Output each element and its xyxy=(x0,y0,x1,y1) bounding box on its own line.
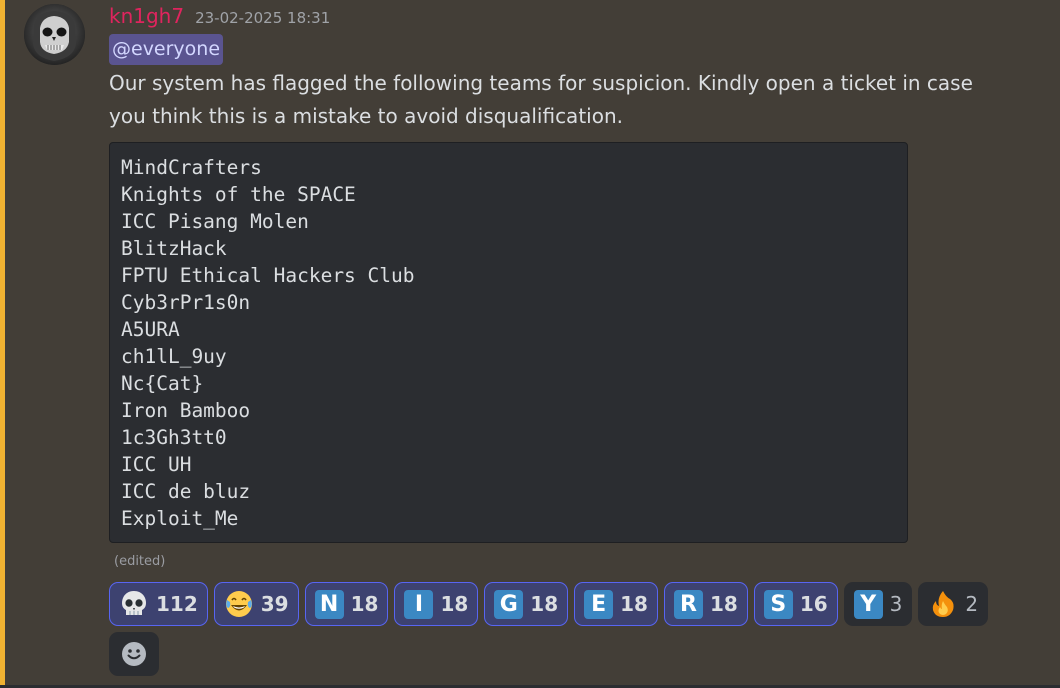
smiley-add-reaction-icon xyxy=(122,642,146,666)
team-name-line: FPTU Ethical Hackers Club xyxy=(121,264,415,287)
code-block: MindCrafters Knights of the SPACE ICC Pisa… xyxy=(109,142,908,543)
skull-icon xyxy=(119,589,149,619)
reaction-fire[interactable]: 2 xyxy=(918,582,989,626)
message-text: Our system has flagged the following tea… xyxy=(109,71,973,128)
team-name-line: Iron Bamboo xyxy=(121,399,251,422)
username[interactable]: kn1gh7 xyxy=(109,4,184,28)
team-name-line: Exploit_Me xyxy=(121,507,239,530)
timestamp[interactable]: 23-02-2025 18:31 xyxy=(195,9,330,27)
regional-indicator-n-icon: N xyxy=(314,589,344,619)
edited-label: (edited) xyxy=(114,554,166,569)
team-name-line: 1c3Gh3tt0 xyxy=(121,426,227,449)
regional-indicator-e-icon: E xyxy=(584,589,614,619)
regional-indicator-y-icon: Y xyxy=(853,589,883,619)
reaction-regional-i[interactable]: I 18 xyxy=(394,582,479,626)
message-header: kn1gh7 23-02-2025 18:31 xyxy=(109,4,330,32)
reaction-count: 18 xyxy=(530,592,559,616)
joy-icon xyxy=(224,589,254,619)
regional-indicator-r-icon: R xyxy=(673,589,703,619)
reaction-count: 18 xyxy=(440,592,469,616)
everyone-mention[interactable]: @everyone xyxy=(109,34,224,65)
add-reaction-button[interactable] xyxy=(109,632,159,676)
team-name-line: Cyb3rPr1s0n xyxy=(121,291,251,314)
team-name-line: MindCrafters xyxy=(121,156,262,179)
reaction-count: 39 xyxy=(260,592,289,616)
fire-icon xyxy=(928,589,958,619)
team-name-line: ICC Pisang Molen xyxy=(121,210,309,233)
reaction-count: 18 xyxy=(350,592,379,616)
reaction-count: 18 xyxy=(709,592,738,616)
reaction-skull[interactable]: 112 xyxy=(109,582,208,626)
reaction-count: 18 xyxy=(620,592,648,616)
reaction-count: 16 xyxy=(799,592,828,616)
team-name-line: ICC UH xyxy=(121,453,192,476)
reaction-regional-n[interactable]: N 18 xyxy=(304,582,389,626)
team-name-line: A5URA xyxy=(121,318,180,341)
reaction-regional-g[interactable]: G 18 xyxy=(484,582,569,626)
team-name-line: Knights of the SPACE xyxy=(121,183,356,206)
reaction-count: 3 xyxy=(889,592,903,616)
reaction-count: 112 xyxy=(156,592,198,616)
reaction-joy[interactable]: 39 xyxy=(213,582,299,626)
reactions-bar: 112 39 N 18 I 18 G 18 E 18 R 18 S 16 Y 3 2 xyxy=(109,582,1009,676)
skull-mask-avatar-icon xyxy=(24,4,85,65)
reaction-regional-s[interactable]: S 16 xyxy=(753,582,838,626)
team-name-line: Nc{Cat} xyxy=(121,372,204,395)
mention-highlight-bar xyxy=(0,0,5,688)
team-name-line: BlitzHack xyxy=(121,237,227,260)
regional-indicator-s-icon: S xyxy=(763,589,793,619)
reaction-regional-e[interactable]: E 18 xyxy=(574,582,658,626)
regional-indicator-i-icon: I xyxy=(404,589,434,619)
team-name-line: ch1lL_9uy xyxy=(121,345,227,368)
avatar[interactable] xyxy=(24,4,85,65)
reaction-regional-y[interactable]: Y3 xyxy=(843,582,913,626)
regional-indicator-g-icon: G xyxy=(494,589,524,619)
code-lines: MindCrafters Knights of the SPACE ICC Pisa… xyxy=(121,154,896,532)
reaction-regional-r[interactable]: R 18 xyxy=(663,582,748,626)
reaction-count: 2 xyxy=(965,592,979,616)
team-name-line: ICC de bluz xyxy=(121,480,251,503)
